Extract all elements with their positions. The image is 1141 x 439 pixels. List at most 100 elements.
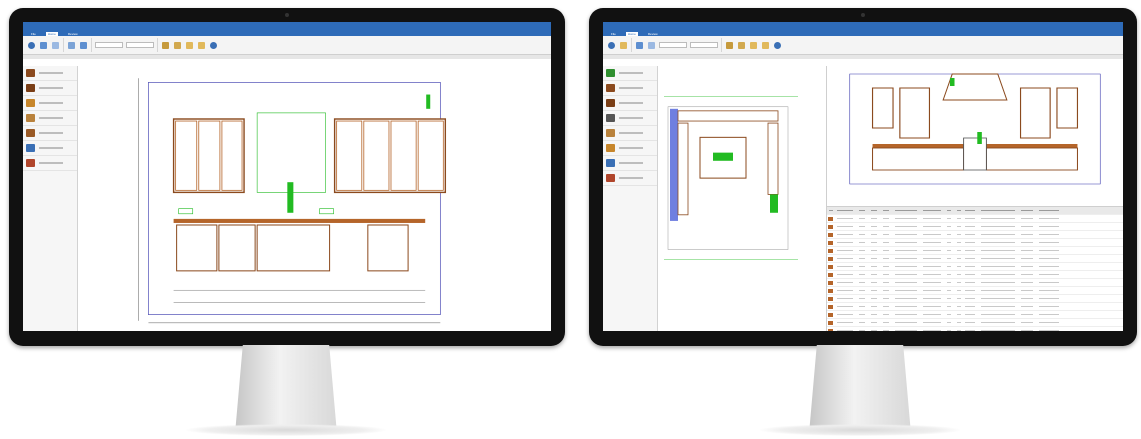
cell-placeholder	[895, 330, 917, 331]
menu-file[interactable]: File	[609, 32, 618, 36]
cell-placeholder	[883, 290, 889, 291]
cell-placeholder	[947, 282, 951, 283]
cabinet-report-grid[interactable]	[827, 207, 1123, 331]
elevation-view[interactable]	[827, 66, 1123, 207]
cell-placeholder	[871, 298, 877, 299]
help-button[interactable]	[209, 40, 218, 51]
grid-cell	[835, 247, 857, 254]
grid-cell	[1019, 327, 1037, 331]
menu-home[interactable]: Home	[45, 32, 58, 36]
table-row[interactable]	[827, 247, 1123, 255]
cabinet-swatch-icon	[828, 224, 833, 229]
sidebar-item[interactable]	[603, 81, 657, 96]
table-row[interactable]	[827, 279, 1123, 287]
sidebar-item[interactable]	[23, 156, 77, 171]
sidebar-item[interactable]	[603, 66, 657, 81]
ribbon-input[interactable]	[690, 42, 718, 48]
cell-placeholder	[871, 210, 877, 211]
copy-button[interactable]	[67, 40, 76, 51]
table-row[interactable]	[827, 287, 1123, 295]
menu-review[interactable]: Review	[66, 32, 80, 36]
ribbon-input[interactable]	[126, 42, 154, 48]
document-tabs[interactable]	[603, 55, 1123, 59]
render-button[interactable]	[185, 40, 194, 51]
view-button[interactable]	[161, 40, 170, 51]
help-button[interactable]	[773, 40, 782, 51]
cell-placeholder	[871, 258, 877, 259]
cell-placeholder	[965, 298, 975, 299]
table-row[interactable]	[827, 295, 1123, 303]
sidebar-item[interactable]	[23, 66, 77, 81]
report-button[interactable]	[197, 40, 206, 51]
lattice-icon	[606, 114, 615, 122]
grid-cell	[835, 311, 857, 318]
row-swatch	[827, 263, 835, 270]
grid-cell	[921, 247, 945, 254]
move-button[interactable]	[39, 40, 48, 51]
cell-placeholder	[883, 210, 889, 211]
sidebar-item[interactable]	[603, 141, 657, 156]
row-swatch	[827, 303, 835, 310]
row-swatch	[827, 231, 835, 238]
cell-placeholder	[871, 226, 877, 227]
catalog-icon	[606, 69, 615, 77]
report-button[interactable]	[761, 40, 770, 51]
cell-placeholder	[1039, 298, 1059, 299]
grid-header-row[interactable]	[827, 207, 1123, 215]
sidebar-item[interactable]	[603, 171, 657, 186]
sidebar-item-label	[619, 132, 643, 134]
sidebar-item[interactable]	[23, 126, 77, 141]
table-row[interactable]	[827, 263, 1123, 271]
menu-home[interactable]: Home	[625, 32, 638, 36]
cell-placeholder	[1021, 274, 1033, 275]
cell-placeholder	[1039, 330, 1059, 331]
grid-cell	[945, 279, 955, 286]
cell-placeholder	[895, 242, 917, 243]
cell-placeholder	[1021, 314, 1033, 315]
table-row[interactable]	[827, 231, 1123, 239]
sidebar-item[interactable]	[603, 126, 657, 141]
table-row[interactable]	[827, 303, 1123, 311]
document-tabs[interactable]	[23, 55, 551, 59]
table-row[interactable]	[827, 255, 1123, 263]
view-icon	[162, 41, 169, 49]
view-button[interactable]	[725, 40, 734, 51]
elevation-button[interactable]	[173, 40, 182, 51]
menu-review[interactable]: Review	[646, 32, 660, 36]
cell-placeholder	[957, 274, 961, 275]
sidebar-item[interactable]	[603, 156, 657, 171]
sidebar-item[interactable]	[23, 81, 77, 96]
sidebar-item[interactable]	[23, 111, 77, 126]
sidebar-item[interactable]	[603, 111, 657, 126]
rotate-button[interactable]	[647, 40, 656, 51]
sidebar-item[interactable]	[603, 96, 657, 111]
table-row[interactable]	[827, 271, 1123, 279]
grid-cell	[869, 327, 881, 331]
elevation-canvas[interactable]	[78, 66, 551, 331]
table-row[interactable]	[827, 215, 1123, 223]
cell-placeholder	[1021, 282, 1033, 283]
move-button[interactable]	[635, 40, 644, 51]
render-button[interactable]	[749, 40, 758, 51]
table-row[interactable]	[827, 319, 1123, 327]
ribbon-input[interactable]	[659, 42, 687, 48]
select-button[interactable]	[27, 40, 36, 51]
cell-placeholder	[947, 274, 951, 275]
floor-plan-pane[interactable]	[658, 66, 827, 331]
table-row[interactable]	[827, 311, 1123, 319]
table-row[interactable]	[827, 223, 1123, 231]
ribbon-input[interactable]	[95, 42, 123, 48]
select-button[interactable]	[607, 40, 616, 51]
grid-cell	[835, 231, 857, 238]
sidebar-item[interactable]	[23, 96, 77, 111]
table-row[interactable]	[827, 327, 1123, 331]
menu-file[interactable]: File	[29, 32, 38, 36]
cell-placeholder	[859, 290, 865, 291]
elevation-button[interactable]	[737, 40, 746, 51]
rotate-button[interactable]	[51, 40, 60, 51]
grid-cell	[893, 271, 921, 278]
table-row[interactable]	[827, 239, 1123, 247]
sidebar-item[interactable]	[23, 141, 77, 156]
mirror-button[interactable]	[79, 40, 88, 51]
open-button[interactable]	[619, 40, 628, 51]
